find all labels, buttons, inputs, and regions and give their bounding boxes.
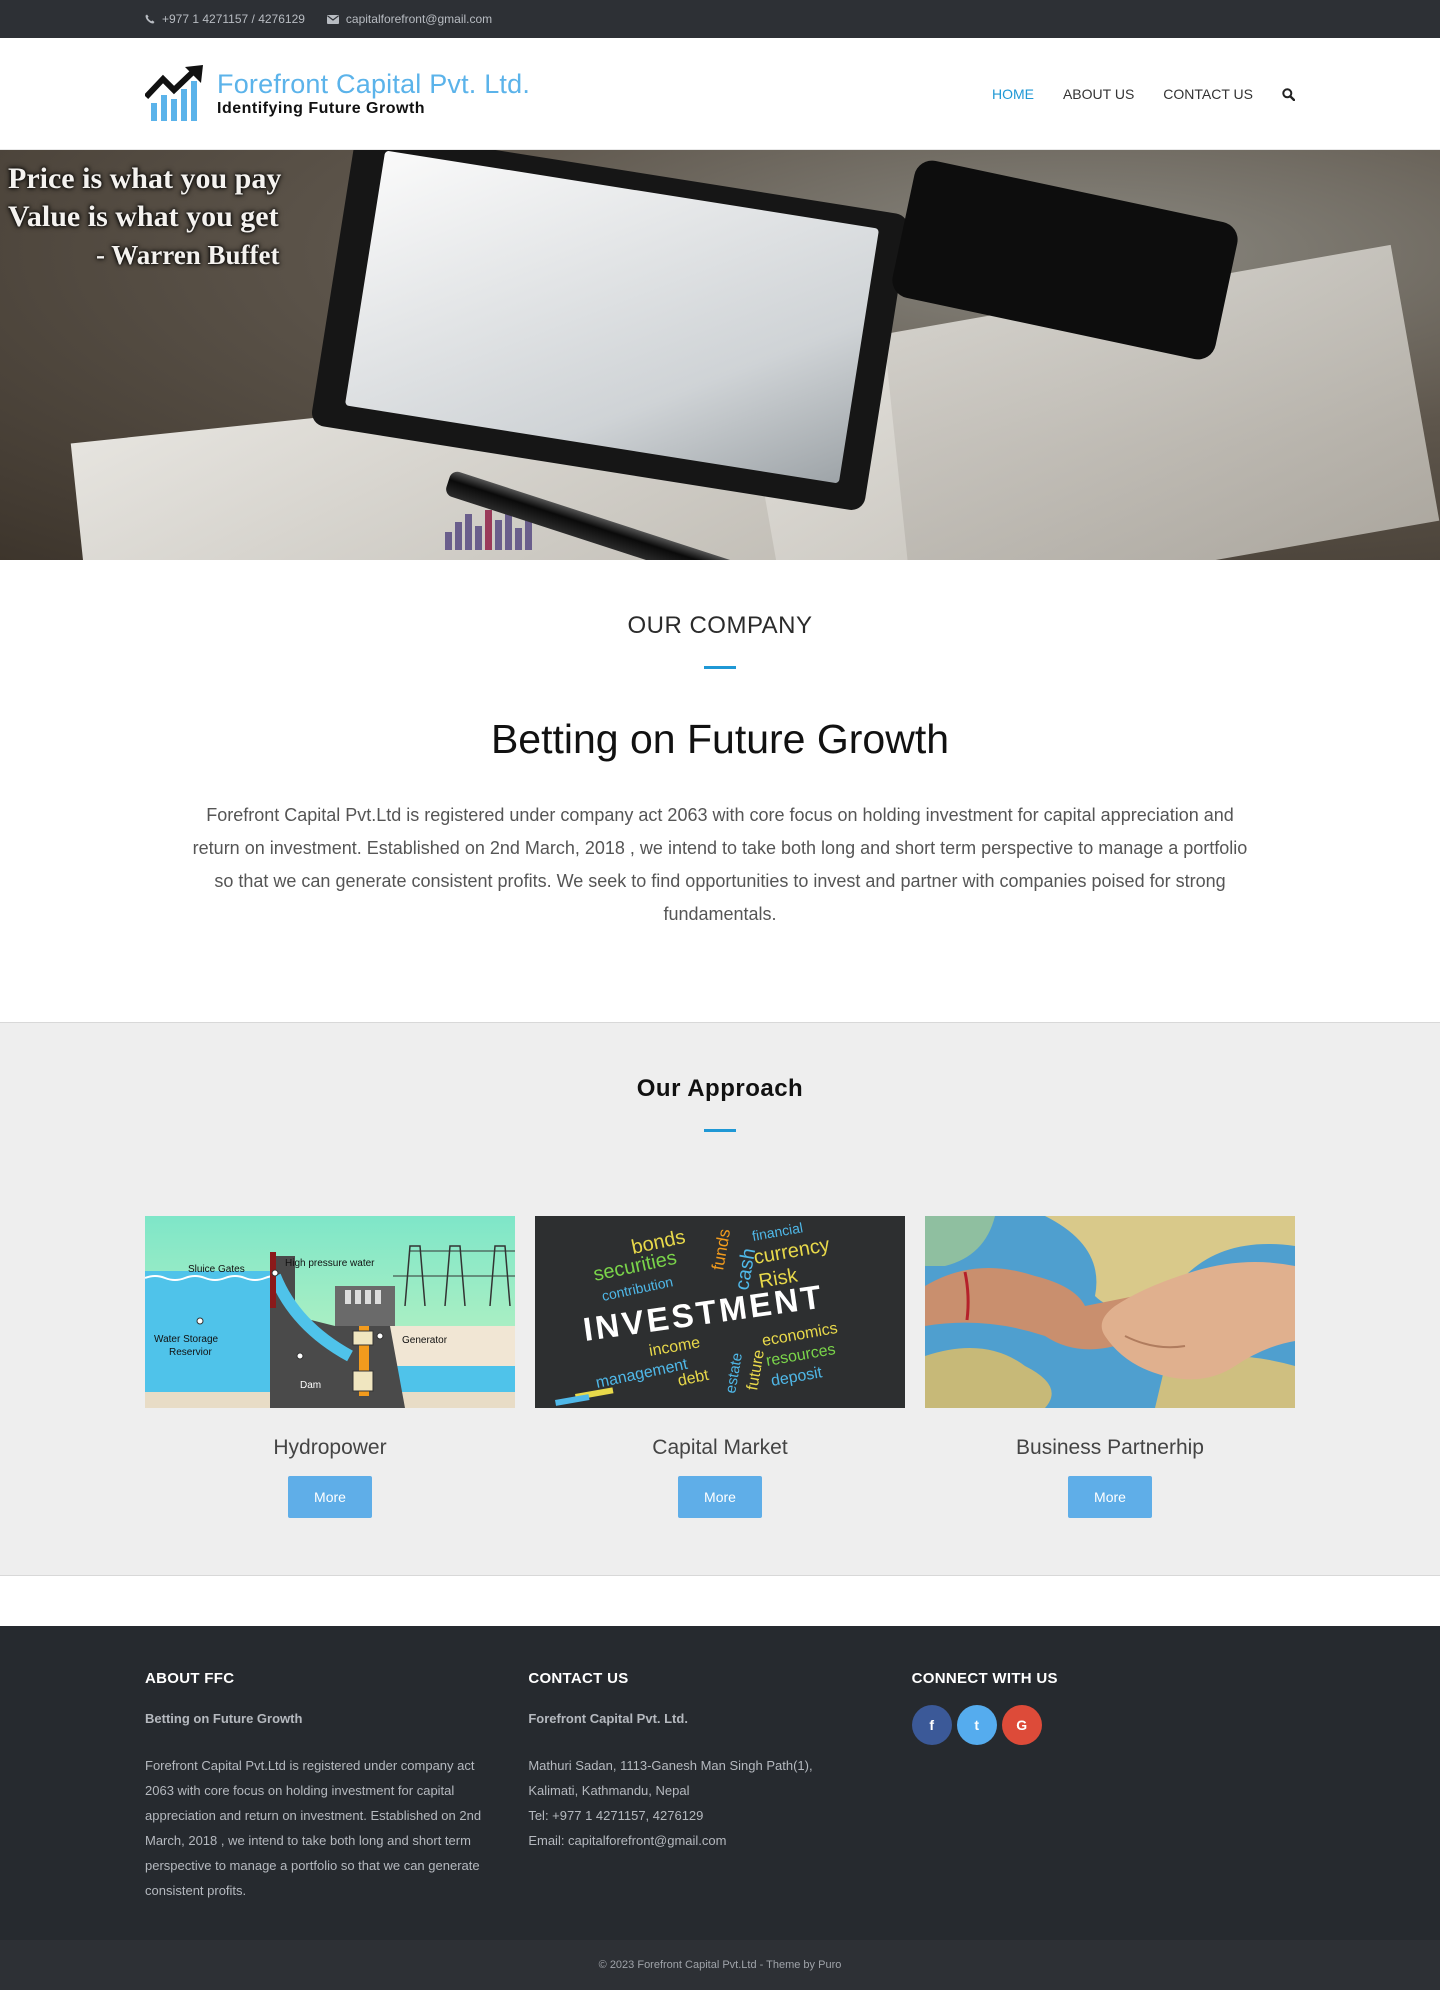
quote-line-1: Price is what you pay	[8, 162, 282, 195]
main-nav: HOME ABOUT US CONTACT US	[992, 86, 1295, 102]
section-title-approach: Our Approach	[636, 1075, 804, 1102]
footer-connect: CONNECT WITH US f t G	[911, 1670, 1295, 1903]
social-links: f t G	[911, 1705, 1295, 1745]
section-divider	[704, 1129, 736, 1132]
phone-icon	[145, 14, 155, 24]
growth-chart-logo-icon	[145, 65, 203, 121]
company-description: Forefront Capital Pvt.Ltd is registered …	[192, 805, 1248, 924]
more-button-business-partnership[interactable]: More	[1068, 1476, 1152, 1518]
footer-address-line-2: Kalimati, Kathmandu, Nepal	[528, 1783, 690, 1798]
diagram-label: Dam	[300, 1380, 321, 1391]
footer-about-heading: ABOUT FFC	[145, 1670, 235, 1687]
search-icon	[1282, 87, 1295, 101]
nav-contact-us[interactable]: CONTACT US	[1163, 86, 1253, 102]
hero-quote: Price is what you pay Value is what you …	[8, 160, 281, 274]
card-title: Hydropower	[273, 1436, 387, 1459]
section-title-company: OUR COMPANY	[627, 612, 813, 639]
logo[interactable]: Forefront Capital Pvt. Ltd. Identifying …	[145, 65, 530, 123]
top-phone: +977 1 4271157 / 4276129	[145, 12, 305, 26]
footer-about: ABOUT FFC Betting on Future Growth Foref…	[145, 1670, 528, 1903]
search-button[interactable]	[1282, 87, 1295, 101]
diagram-label: Generator	[402, 1335, 448, 1346]
diagram-label: Water Storage	[154, 1334, 219, 1345]
diagram-label: Reservior	[169, 1347, 212, 1358]
footer-contact: CONTACT US Forefront Capital Pvt. Ltd. M…	[528, 1670, 911, 1903]
facebook-icon[interactable]: f	[911, 1705, 952, 1745]
copyright-bar: © 2023 Forefront Capital Pvt.Ltd - Theme…	[0, 1940, 1440, 1990]
diagram-label: High pressure water	[285, 1258, 375, 1269]
handshake-image	[925, 1216, 1295, 1408]
nav-about-us[interactable]: ABOUT US	[1063, 86, 1134, 102]
quote-line-2: Value is what you get	[8, 200, 279, 233]
card-title: Capital Market	[652, 1436, 788, 1459]
more-button-hydropower[interactable]: More	[288, 1476, 372, 1518]
our-company-section: OUR COMPANY Betting on Future Growth For…	[0, 560, 1440, 1022]
twitter-icon[interactable]: t	[956, 1705, 997, 1745]
footer-about-subheading: Betting on Future Growth	[145, 1711, 303, 1726]
top-phone-text: +977 1 4271157 / 4276129	[162, 12, 305, 26]
footer-contact-heading: CONTACT US	[528, 1670, 629, 1687]
site-header: Forefront Capital Pvt. Ltd. Identifying …	[0, 38, 1440, 150]
footer-email[interactable]: Email: capitalforefront@gmail.com	[528, 1828, 883, 1853]
footer-contact-details: Mathuri Sadan, 1113-Ganesh Man Singh Pat…	[528, 1753, 883, 1853]
footer-tel: Tel: +977 1 4271157, 4276129	[528, 1808, 704, 1823]
footer-contact-company: Forefront Capital Pvt. Ltd.	[528, 1711, 688, 1726]
site-footer: ABOUT FFC Betting on Future Growth Foref…	[0, 1626, 1440, 1940]
approach-card-hydropower: Sluice Gates High pressure water Water S…	[145, 1216, 515, 1518]
approach-card-business-partnership: Business Partnerhip More	[925, 1216, 1295, 1518]
google-plus-icon[interactable]: G	[1001, 1705, 1042, 1745]
top-bar: +977 1 4271157 / 4276129 capitalforefron…	[0, 0, 1440, 38]
investment-chalkboard-image: bonds funds financial securities cash cu…	[535, 1216, 905, 1408]
section-divider	[704, 666, 736, 669]
footer-about-text: Forefront Capital Pvt.Ltd is registered …	[145, 1758, 482, 1898]
diagram-label: Sluice Gates	[188, 1264, 245, 1275]
investment-word-cloud: bonds funds financial securities cash cu…	[535, 1216, 905, 1408]
copyright-text: © 2023 Forefront Capital Pvt.Ltd - Theme…	[598, 1959, 842, 1971]
our-approach-section: Our Approach Sluice Gates High pressure …	[0, 1022, 1440, 1576]
logo-tagline: Identifying Future Growth	[217, 100, 426, 117]
hydropower-diagram: Sluice Gates High pressure water Water S…	[145, 1216, 515, 1408]
nav-home[interactable]: HOME	[992, 86, 1034, 102]
more-button-capital-market[interactable]: More	[678, 1476, 762, 1518]
hero-banner: Price is what you pay Value is what you …	[0, 150, 1440, 560]
hydropower-image: Sluice Gates High pressure water Water S…	[145, 1216, 515, 1408]
footer-address-line-1: Mathuri Sadan, 1113-Ganesh Man Singh Pat…	[528, 1758, 813, 1773]
top-email[interactable]: capitalforefront@gmail.com	[326, 12, 492, 26]
approach-card-capital-market: bonds funds financial securities cash cu…	[535, 1216, 905, 1518]
card-title: Business Partnerhip	[1016, 1436, 1204, 1459]
envelope-icon	[326, 14, 339, 24]
quote-author: - Warren Buffet	[96, 240, 280, 270]
logo-title: Forefront Capital Pvt. Ltd.	[217, 69, 531, 99]
company-headline: Betting on Future Growth	[490, 716, 950, 762]
footer-connect-heading: CONNECT WITH US	[911, 1670, 1058, 1687]
top-email-text[interactable]: capitalforefront@gmail.com	[346, 12, 492, 26]
handshake-over-map	[925, 1216, 1295, 1408]
